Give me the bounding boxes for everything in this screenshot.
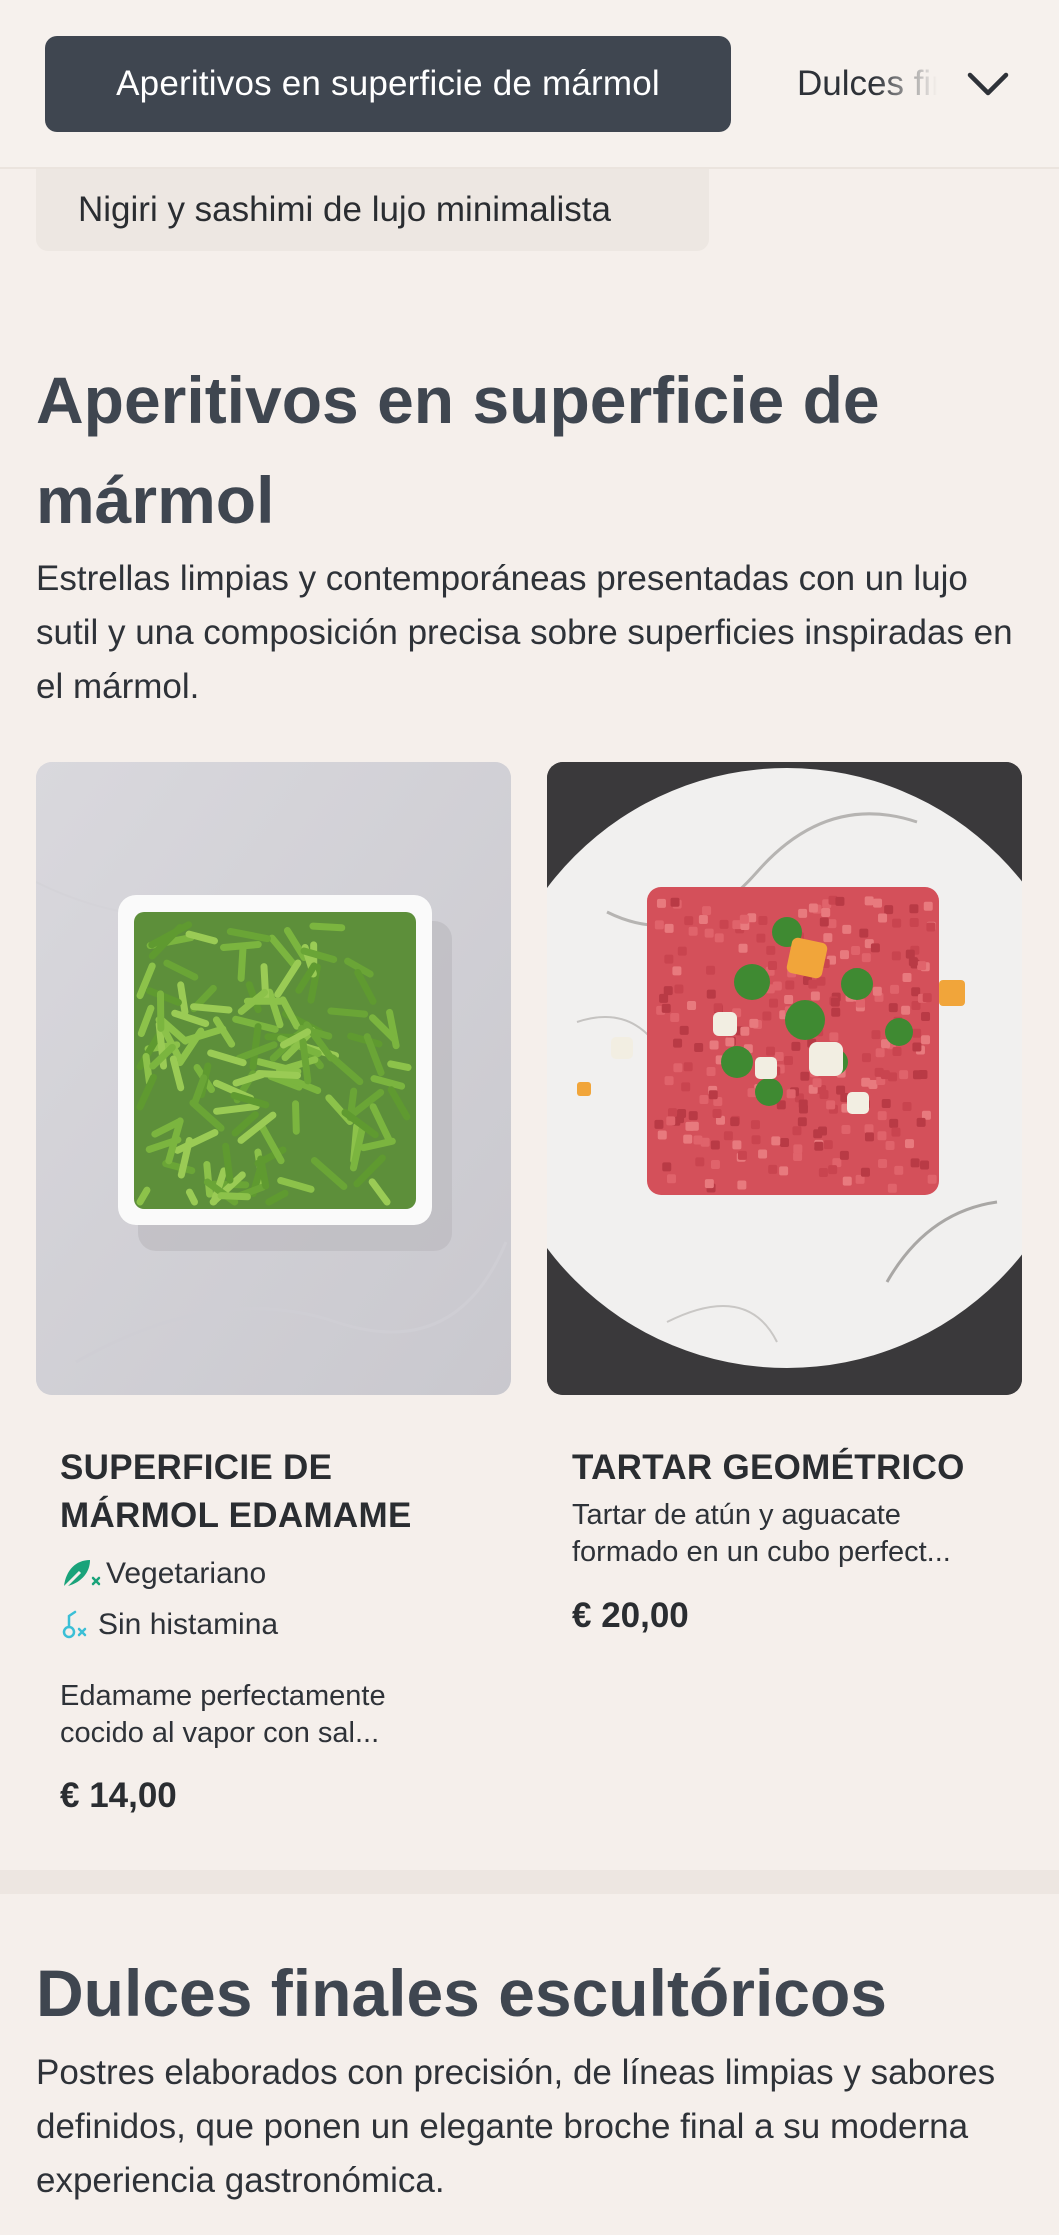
vegetarian-icon xyxy=(60,1554,106,1594)
section-title: Dulces finales escultóricos xyxy=(36,1956,888,2030)
sub-category-pill[interactable]: Nigiri y sashimi de lujo minimalista xyxy=(36,169,709,251)
item-price: € 14,00 xyxy=(60,1776,177,1815)
chevron-down-icon[interactable] xyxy=(960,56,1016,112)
dietary-tag: Vegetariano xyxy=(60,1554,266,1594)
edamame-photo[interactable] xyxy=(36,762,511,1395)
category-tab-next[interactable]: Dulces finales escultóricos xyxy=(797,36,937,132)
category-tab-active[interactable]: Aperitivos en superficie de mármol xyxy=(45,36,731,132)
section-divider xyxy=(0,1870,1059,1894)
item-name[interactable]: SUPERFICIE DE MÁRMOL EDAMAME xyxy=(60,1444,480,1540)
category-bar: Aperitivos en superficie de mármol Dulce… xyxy=(0,0,1059,169)
item-name[interactable]: TARTAR GEOMÉTRICO xyxy=(572,1444,1012,1492)
section-description: Estrellas limpias y contemporáneas prese… xyxy=(36,559,1013,706)
item-description: Edamame perfectamente cocido al vapor co… xyxy=(60,1680,386,1749)
tag-label: Sin histamina xyxy=(98,1608,279,1641)
item-price: € 20,00 xyxy=(572,1596,689,1635)
item-description: Tartar de atún y aguacate formado en un … xyxy=(572,1499,951,1568)
histamine-free-icon xyxy=(60,1605,98,1645)
tag-label: Vegetariano xyxy=(106,1557,267,1590)
section-title: Aperitivos en superficie de mármol xyxy=(36,363,880,537)
tartare-photo[interactable] xyxy=(547,762,1022,1395)
section-description: Postres elaborados con precisión, de lín… xyxy=(36,2053,996,2200)
dietary-tag: Sin histamina xyxy=(60,1605,278,1645)
